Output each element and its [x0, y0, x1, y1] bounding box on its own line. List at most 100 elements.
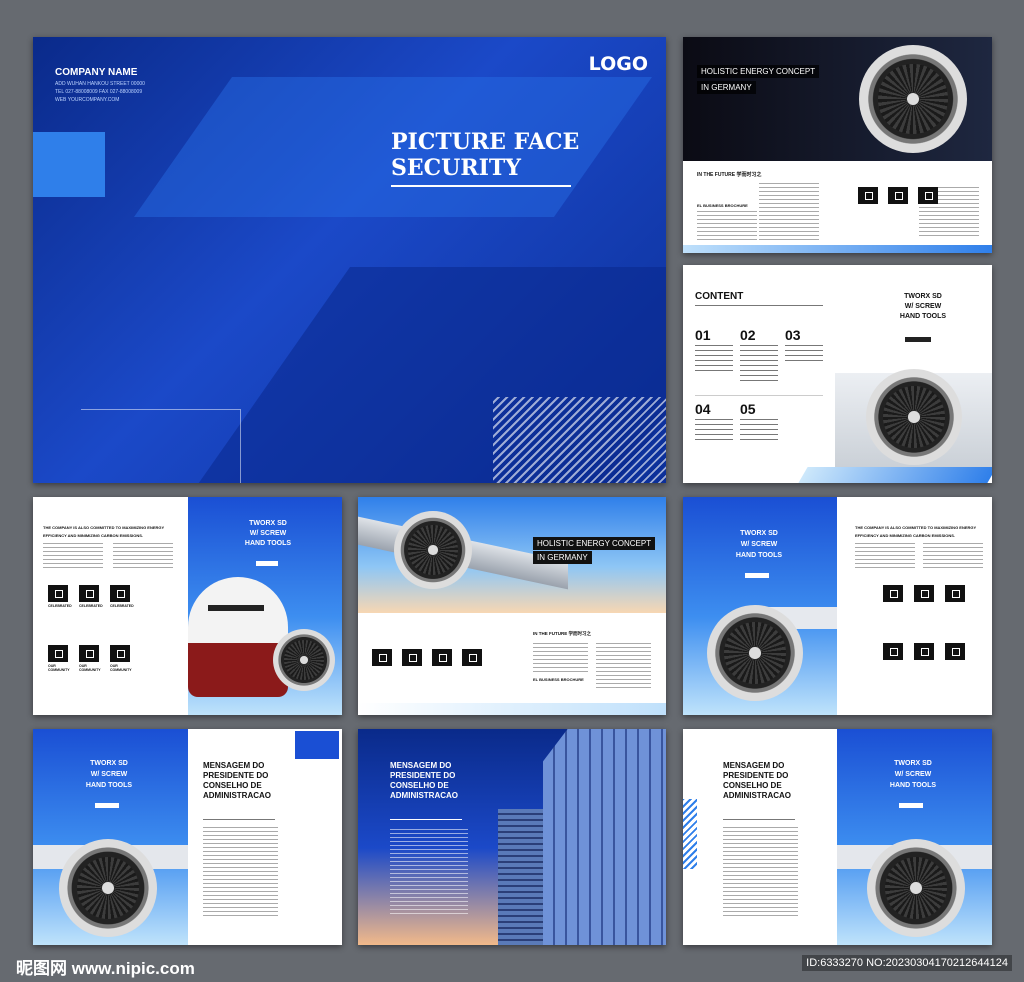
message-left-mini-button[interactable]: [95, 803, 119, 808]
msg-left-accent: [295, 731, 339, 759]
holistic-icons: [858, 187, 938, 204]
holistic2-text: [533, 643, 588, 673]
folder-icon: [945, 585, 965, 602]
page-message-right: MENSAGEM DO PRESIDENTE DO CONSELHO DE AD…: [683, 729, 992, 945]
holistic-tag-1: HOLISTIC ENERGY CONCEPT: [697, 65, 820, 78]
holistic2-strip: [358, 703, 666, 715]
content-num-04: 04: [695, 401, 711, 417]
message-right-mini-button[interactable]: [899, 803, 923, 808]
content-engine-image: [866, 369, 962, 465]
monitor-icon: [402, 649, 422, 666]
monitor-icon: [888, 187, 908, 204]
msg-bld-line-3: CONSELHO DE: [390, 781, 449, 790]
monitor-icon: [79, 585, 99, 602]
content-rule: [695, 305, 823, 306]
holistic2-engine-image: [394, 511, 472, 589]
content-side-title-3: HAND TOOLS: [899, 313, 947, 320]
folder-icon: [918, 187, 938, 204]
msg-bld-text: [390, 829, 468, 915]
home-icon: [883, 585, 903, 602]
plane-photo-panel: TWORX SD W/ SCREW HAND TOOLS: [188, 497, 342, 715]
content-blue-strip: [798, 467, 992, 483]
message-right-title-2: W/ SCREW: [894, 771, 932, 778]
document-icon: [883, 643, 903, 660]
page-content: CONTENT 01 02 03 04 05 TWORX SD W/ SCREW…: [683, 265, 992, 483]
content-num-03: 03: [785, 327, 801, 343]
home-icon: [372, 649, 392, 666]
content-list-2: [740, 345, 778, 385]
msg-bld-line-1: MENSAGEM DO: [390, 761, 452, 770]
message-right-photo: TWORX SD W/ SCREW HAND TOOLS: [837, 729, 992, 945]
company-web: WEB YOURCOMPANY.COM: [55, 97, 120, 103]
engine-side-title-3: HAND TOOLS: [735, 552, 783, 559]
engine-side-title-1: TWORX SD: [740, 530, 778, 537]
watermark-id: ID:6333270 NO:20230304170212644124: [802, 955, 1012, 971]
holistic2-tag-1: HOLISTIC ENERGY CONCEPT: [533, 537, 656, 550]
content-list-1: [695, 345, 733, 371]
content-small-button[interactable]: [905, 337, 931, 342]
message-right-engine-image: [867, 839, 965, 937]
content-side-title-1: TWORX SD: [904, 293, 942, 300]
content-num-05: 05: [740, 401, 756, 417]
page-holistic: HOLISTIC ENERGY CONCEPT IN GERMANY IN TH…: [683, 37, 992, 253]
holistic-blue-strip: [683, 245, 992, 253]
icon-label: OUR COMMUNITY: [48, 664, 70, 672]
msg-bld-rule: [390, 819, 462, 820]
plane-side-title-1: TWORX SD: [249, 520, 287, 527]
chart-icon: [110, 645, 130, 662]
msg-left-line-2: PRESIDENTE DO: [203, 771, 269, 780]
icon-label: CELEBRATED: [79, 604, 103, 608]
content-num-01: 01: [695, 327, 711, 343]
msg-right-text: [723, 827, 798, 917]
message-left-title-3: HAND TOOLS: [85, 782, 133, 789]
page-holistic-2: HOLISTIC ENERGY CONCEPT IN GERMANY IN TH…: [358, 497, 666, 715]
cover-title-2: SECURITY: [391, 155, 522, 181]
engine-side-engine-image: [707, 605, 803, 701]
msg-right-line-4: ADMINISTRACAO: [723, 791, 791, 800]
content-list-3: [785, 345, 823, 361]
icon-label: OUR COMMUNITY: [79, 664, 101, 672]
company-address: ADD WUHAN HANKOU STREET 00000: [55, 81, 145, 87]
briefcase-icon: [914, 643, 934, 660]
briefcase-icon: [79, 645, 99, 662]
msg-bld-line-2: PRESIDENTE DO: [390, 771, 456, 780]
plane-icon-grid-bottom: OUR COMMUNITY OUR COMMUNITY OUR COMMUNIT…: [48, 645, 132, 672]
airplane-cockpit: [208, 605, 264, 611]
engine-side-text-2: [923, 543, 983, 569]
cover-spread: COMPANY NAME ADD WUHAN HANKOU STREET 000…: [33, 37, 666, 483]
engine-side-icon-grid-top: [883, 585, 965, 602]
engine-side-photo: TWORX SD W/ SCREW HAND TOOLS: [683, 497, 837, 715]
cover-title-1: PICTURE FACE: [391, 129, 580, 155]
cover-title-rule: [391, 185, 571, 187]
engine-side-headline-1: THE COMPANY IS ALSO COMMITTED TO MAXIMIZ…: [855, 525, 977, 530]
holistic-text-2: [759, 183, 819, 241]
icon-label: CELEBRATED: [110, 604, 134, 608]
building-tower-1: [498, 809, 548, 945]
engine-side-text: [855, 543, 915, 569]
icon-label: CELEBRATED: [48, 604, 72, 608]
plane-icon-grid-top: CELEBRATED CELEBRATED CELEBRATED: [48, 585, 134, 608]
folder-icon: [432, 649, 452, 666]
holistic2-future: IN THE FUTURE 学而时习之: [533, 631, 591, 636]
home-icon: [48, 585, 68, 602]
plane-side-title-2: W/ SCREW: [249, 530, 287, 537]
holistic2-text-2: [596, 643, 651, 689]
page-engine-side: TWORX SD W/ SCREW HAND TOOLS THE COMPANY…: [683, 497, 992, 715]
content-rule-2: [695, 395, 823, 396]
message-left-engine-image: [59, 839, 157, 937]
plane-headline-2: EFFICIENCY AND MINIMIZING CARBON EMISSIO…: [43, 533, 144, 538]
message-right-title-1: TWORX SD: [894, 760, 932, 767]
plane-engine-image: [273, 629, 335, 691]
msg-right-rule: [723, 819, 795, 820]
msg-right-line-3: CONSELHO DE: [723, 781, 782, 790]
msg-bld-line-4: ADMINISTRACAO: [390, 791, 458, 800]
plane-side-title-3: HAND TOOLS: [244, 540, 292, 547]
building-tower-2: [543, 729, 666, 945]
holistic-brochure: EL BUSINESS BROCHURE: [697, 203, 748, 208]
msg-left-line-3: CONSELHO DE: [203, 781, 262, 790]
msg-left-rule: [203, 819, 275, 820]
plane-mini-button[interactable]: [256, 561, 278, 566]
page-message-left: TWORX SD W/ SCREW HAND TOOLS MENSAGEM DO…: [33, 729, 342, 945]
engine-side-mini-button[interactable]: [745, 573, 769, 578]
plane-text: [43, 543, 103, 569]
